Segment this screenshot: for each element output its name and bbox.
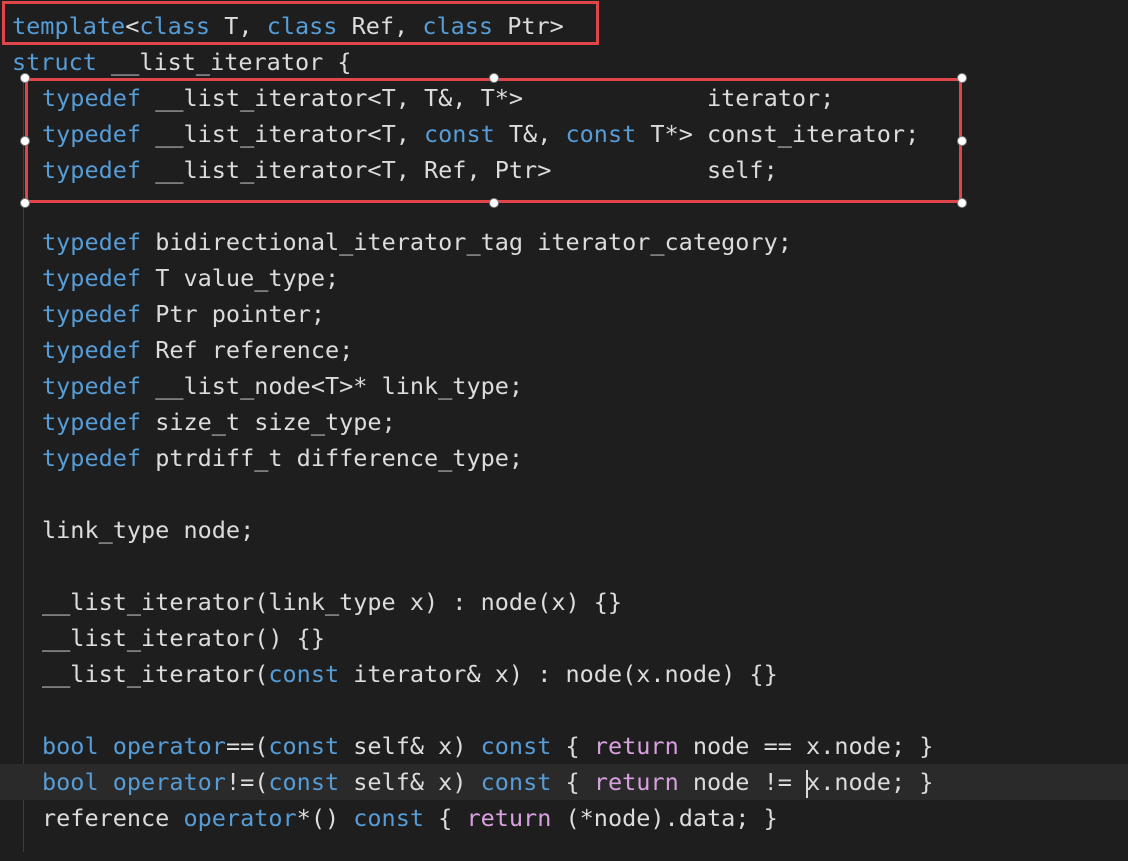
code-line-text: __list_iterator(const iterator& x) : nod… — [42, 656, 778, 692]
code-token: reference — [42, 804, 184, 832]
keyword-token: typedef — [42, 408, 142, 436]
code-line-text: typedef T value_type; — [42, 260, 339, 296]
code-token: { — [551, 768, 594, 796]
code-token: __list_iterator(link_type x) : node(x) {… — [42, 588, 623, 616]
code-line-text: bool operator!=(const self& x) const { r… — [42, 764, 933, 800]
code-line-text: typedef ptrdiff_t difference_type; — [42, 440, 523, 476]
resize-handle[interactable] — [20, 73, 30, 83]
code-token: Ref reference; — [141, 336, 354, 364]
keyword-token: operator — [112, 732, 226, 760]
code-line-text: typedef __list_node<T>* link_type; — [42, 368, 523, 404]
keyword-token: const — [268, 768, 340, 796]
code-token: *() — [296, 804, 354, 832]
code-token: (*node).data; } — [551, 804, 778, 832]
resize-handle[interactable] — [957, 73, 967, 83]
code-token: __list_iterator() {} — [42, 624, 325, 652]
code-token: { — [424, 804, 467, 832]
code-line-text: reference operator*() const { return (*n… — [42, 800, 778, 836]
control-keyword-token: return — [593, 768, 679, 796]
keyword-token: typedef — [42, 444, 142, 472]
code-token: iterator& x) : node(x.node) {} — [339, 660, 778, 688]
code-line-text: link_type node; — [42, 512, 254, 548]
code-line-text: bool operator==(const self& x) const { r… — [42, 728, 933, 764]
code-line-text: typedef size_t size_type; — [42, 404, 396, 440]
code-line-current[interactable]: bool operator!=(const self& x) const { r… — [0, 764, 1128, 800]
code-token: __list_iterator( — [42, 660, 269, 688]
code-line-text: typedef Ptr pointer; — [42, 296, 325, 332]
keyword-token: const — [480, 732, 552, 760]
code-token: self& x) — [339, 768, 481, 796]
code-line-text: typedef bidirectional_iterator_tag itera… — [42, 224, 792, 260]
keyword-token: typedef — [42, 372, 142, 400]
resize-handle[interactable] — [20, 198, 30, 208]
code-token: ptrdiff_t difference_type; — [141, 444, 524, 472]
code-token: T value_type; — [141, 264, 340, 292]
keyword-token: operator — [112, 768, 226, 796]
resize-handle[interactable] — [957, 198, 967, 208]
code-line-text: __list_iterator(link_type x) : node(x) {… — [42, 584, 622, 620]
keyword-token: const — [268, 732, 340, 760]
keyword-token: typedef — [42, 300, 142, 328]
code-token: node == x.node; } — [678, 732, 934, 760]
code-token: bidirectional_iterator_tag iterator_cate… — [141, 228, 792, 256]
code-editor[interactable]: template<class T, class Ref, class Ptr> s… — [0, 0, 1128, 861]
code-token: node != — [678, 768, 807, 796]
code-token: self& x) — [339, 732, 481, 760]
code-token: size_t size_type; — [141, 408, 396, 436]
code-token: __list_node<T>* link_type; — [141, 372, 524, 400]
code-token: { — [551, 732, 594, 760]
code-token: Ptr pointer; — [141, 300, 325, 328]
code-token: link_type node; — [42, 516, 255, 544]
resize-handle[interactable] — [957, 135, 967, 146]
code-line-text: struct __list_iterator { — [12, 44, 352, 80]
keyword-token: const — [480, 768, 552, 796]
resize-handle[interactable] — [488, 73, 499, 83]
resize-handle[interactable] — [20, 135, 30, 146]
code-token: x.node; } — [806, 768, 934, 796]
keyword-token: typedef — [42, 264, 142, 292]
resize-handle[interactable] — [488, 198, 499, 208]
keyword-token: bool — [42, 732, 99, 760]
code-token: !=( — [225, 768, 269, 796]
keyword-token: typedef — [42, 228, 142, 256]
keyword-token: operator — [183, 804, 297, 832]
code-line-text: __list_iterator() {} — [42, 620, 325, 656]
control-keyword-token: return — [466, 804, 552, 832]
keyword-token: typedef — [42, 336, 142, 364]
keyword-token: const — [353, 804, 425, 832]
keyword-token: bool — [42, 768, 99, 796]
template-line-highlight — [2, 1, 599, 45]
code-token: ==( — [225, 732, 269, 760]
code-line-text: typedef Ref reference; — [42, 332, 353, 368]
control-keyword-token: return — [593, 732, 679, 760]
keyword-token: struct — [12, 48, 97, 76]
keyword-token: const — [268, 660, 340, 688]
code-token: __list_iterator { — [96, 48, 352, 76]
typedef-block-highlight — [25, 78, 962, 203]
